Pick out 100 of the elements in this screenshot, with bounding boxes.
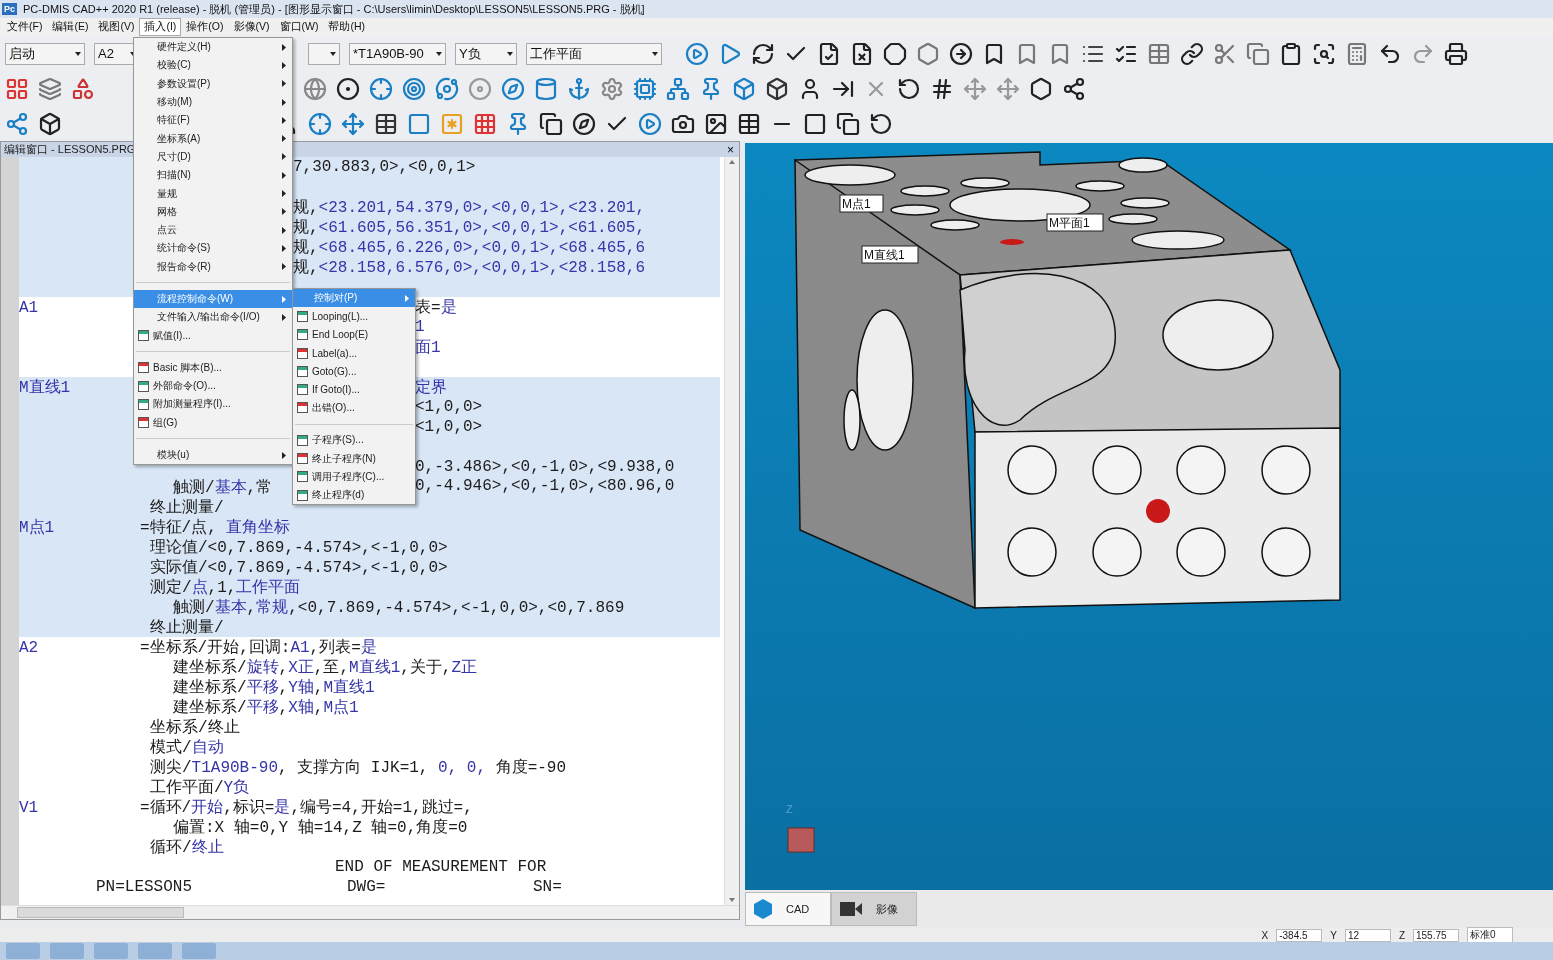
network-icon[interactable]	[666, 76, 690, 101]
octagon-icon[interactable]	[883, 41, 907, 66]
calculator-icon[interactable]	[1345, 41, 1369, 66]
printer-icon[interactable]	[1444, 41, 1468, 66]
menu-item[interactable]: 量规	[134, 184, 292, 203]
share-icon[interactable]	[1062, 76, 1086, 101]
close-button[interactable]: ×	[725, 143, 736, 156]
disc-icon[interactable]	[468, 76, 492, 101]
box-icon[interactable]	[765, 76, 789, 101]
menu-item[interactable]: 网格	[134, 202, 292, 221]
menu-bar-item[interactable]: 操作(O)	[181, 18, 229, 36]
globe-icon[interactable]	[303, 76, 327, 101]
menu-bar-item[interactable]: 文件(F)	[2, 18, 48, 36]
menu-item[interactable]: 文件输入/输出命令(I/O)	[134, 308, 292, 327]
compass-icon[interactable]	[572, 111, 596, 136]
square-icon[interactable]	[803, 111, 827, 136]
menu-item[interactable]: 点云	[134, 220, 292, 240]
link-icon[interactable]	[1180, 41, 1204, 66]
shapes-icon[interactable]	[71, 76, 95, 101]
menu-bar-item[interactable]: 插入(I)	[139, 18, 182, 36]
menu-item[interactable]: Looping(L)...	[293, 307, 415, 326]
menu-item[interactable]: Label(a)...	[293, 343, 415, 363]
view-tab[interactable]: 影像	[831, 892, 917, 926]
crosshair-icon[interactable]	[369, 76, 393, 101]
view-tab[interactable]: CAD	[745, 892, 831, 926]
layers-icon[interactable]	[38, 76, 62, 101]
arrow-circle-icon[interactable]	[949, 41, 973, 66]
menu-item[interactable]: 报告命令(R)	[134, 257, 292, 276]
code-line: 工作平面/Y负	[150, 778, 250, 798]
copy-icon[interactable]	[539, 111, 563, 136]
menu-bar-item[interactable]: 视图(V)	[93, 18, 140, 36]
menu-item[interactable]: 统计命令(S)	[134, 239, 292, 258]
menu-item[interactable]: 组(G)	[134, 413, 292, 432]
horizontal-scrollbar[interactable]	[1, 905, 739, 919]
scan-icon[interactable]	[1312, 41, 1336, 66]
code-line: 模式/自动	[150, 738, 224, 758]
rotate-icon[interactable]	[897, 76, 921, 101]
dropdown-field[interactable]	[308, 42, 340, 65]
hole	[1261, 527, 1311, 577]
dropdown-field[interactable]: 工作平面	[526, 42, 662, 65]
menu-item[interactable]: Goto(G)...	[293, 362, 415, 381]
menu-bar-item[interactable]: 窗口(W)	[274, 18, 324, 36]
code-line: 测尖/T1A90B-90, 支撑方向 IJK=1, 0, 0, 角度=-90	[150, 757, 567, 778]
gear-icon[interactable]	[600, 76, 624, 101]
move-icon[interactable]	[341, 111, 365, 136]
menu-item[interactable]: 终止子程序(N)	[293, 449, 415, 468]
menu-item[interactable]: 特征(F)	[134, 111, 292, 130]
refresh-icon[interactable]	[751, 41, 775, 66]
menu-item[interactable]: 附加测量程序(I)...	[134, 395, 292, 414]
menu-bar-item[interactable]: 影像(V)	[228, 18, 275, 36]
orbit-icon[interactable]	[435, 76, 459, 101]
dropdown-field[interactable]: 启动	[5, 42, 85, 65]
hash-icon[interactable]	[930, 76, 954, 101]
vertical-scrollbar[interactable]	[724, 157, 739, 905]
chip-icon[interactable]	[633, 76, 657, 101]
menu-item[interactable]: 尺寸(D)	[134, 147, 292, 167]
image-icon[interactable]	[704, 111, 728, 136]
move-icon[interactable]	[996, 76, 1020, 101]
menu-item[interactable]: 子程序(S)...	[293, 431, 415, 450]
file-check-icon[interactable]	[817, 41, 841, 66]
menu-bar-item[interactable]: 帮助(H)	[323, 18, 370, 36]
menu-item[interactable]: 终止程序(d)	[293, 485, 415, 505]
menu-bar-item[interactable]: 编辑(E)	[47, 18, 94, 36]
callout-label: M直线1	[861, 245, 919, 264]
menu-item[interactable]: 出错(O)...	[293, 398, 415, 418]
status-value: -384.5	[1276, 928, 1323, 942]
menu-item[interactable]: 模块(u)	[134, 445, 292, 465]
menu-item[interactable]: 坐标系(A)	[134, 129, 292, 148]
scissors-icon[interactable]	[1213, 41, 1237, 66]
menu-item[interactable]: 赋值(I)...	[134, 326, 292, 345]
play-icon[interactable]	[638, 111, 662, 136]
table-icon[interactable]	[374, 111, 398, 136]
table-icon[interactable]	[737, 111, 761, 136]
menu-item[interactable]: 调用子程序(C)...	[293, 467, 415, 486]
cylinder-icon[interactable]	[534, 76, 558, 101]
move-icon[interactable]	[963, 76, 987, 101]
menu-item[interactable]: Basic 脚本(B)...	[134, 358, 292, 378]
clipboard-icon[interactable]	[1279, 41, 1303, 66]
menu-item[interactable]: 外部命令(O)...	[134, 377, 292, 396]
dropdown-field[interactable]: Y负	[455, 42, 517, 65]
rotate-icon[interactable]	[869, 111, 893, 136]
grid-icon[interactable]	[5, 76, 29, 101]
menu-item[interactable]: 参数设置(P)	[134, 74, 292, 93]
play-icon[interactable]	[685, 41, 709, 66]
menu-item[interactable]: If Goto(I)...	[293, 380, 415, 399]
menu-item[interactable]: End Loop(E)	[293, 325, 415, 344]
hexagon-icon[interactable]	[1029, 76, 1053, 101]
code-line: 1	[415, 318, 425, 336]
file-x-icon[interactable]	[850, 41, 874, 66]
anchor-icon[interactable]	[567, 76, 591, 101]
dropdown-field[interactable]: *T1A90B-90	[349, 42, 446, 65]
crosshair-icon[interactable]	[308, 111, 332, 136]
copy-icon[interactable]	[836, 111, 860, 136]
menu-item[interactable]: 移动(M)	[134, 92, 292, 112]
cube-icon[interactable]	[38, 111, 62, 136]
menu-item[interactable]: 扫描(N)	[134, 166, 292, 185]
grid-icon[interactable]	[473, 111, 497, 136]
star-square-icon[interactable]	[440, 111, 464, 136]
target-icon[interactable]	[402, 76, 426, 101]
caret-icon	[330, 51, 336, 56]
